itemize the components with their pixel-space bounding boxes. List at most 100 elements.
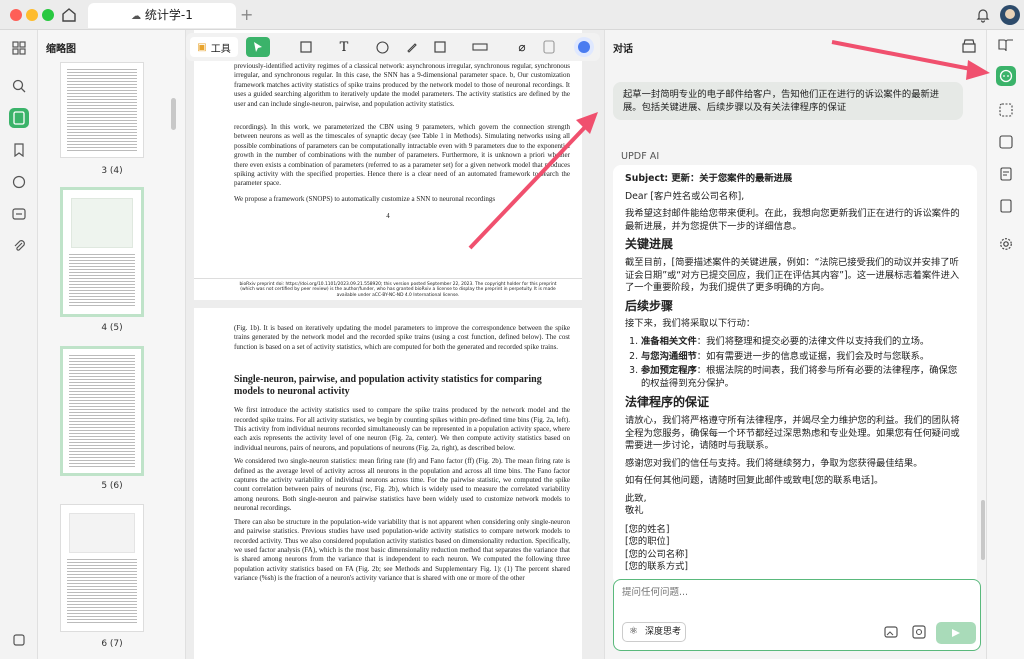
cloud-icon: ☁ <box>131 11 142 22</box>
email-greeting: Dear [客户姓名或公司名称], <box>625 190 745 202</box>
shape-icon[interactable] <box>430 37 450 57</box>
thumbnails-icon[interactable] <box>9 108 29 128</box>
pdf-paragraph: There can also be structure in the popul… <box>234 517 570 583</box>
image-upload-icon[interactable] <box>884 625 898 639</box>
send-icon <box>952 629 960 637</box>
bookmark-icon[interactable] <box>9 140 29 160</box>
signature-line: [您的公司名称] <box>625 548 689 560</box>
summary-icon[interactable] <box>996 164 1016 184</box>
pdf-footer-strip: bioRxiv preprint doi: https://doi.org/10… <box>194 278 582 300</box>
email-intro: 我希望这封邮件能给您带来便利。在此，我想向您更新我们正在进行的诉讼案件的最新进展… <box>625 208 960 232</box>
ai-assistant-icon[interactable] <box>574 37 594 57</box>
email-paragraph: 截至目前，[简要描述案件的关键进展，例如：“法院已接受我们的动议并安排了听证会日… <box>625 256 960 294</box>
email-closing: 此致, 敬礼 [您的姓名] [您的职位] [您的公司名称] [您的联系方式] <box>625 493 965 573</box>
ai-response: Subject: 更新：关于您案件的最新进展 Dear [客户姓名或公司名称],… <box>613 165 977 585</box>
attach-tool-icon[interactable]: ⌀ <box>512 37 532 57</box>
attachment-icon[interactable] <box>9 236 29 256</box>
select-cursor-icon[interactable] <box>246 37 270 57</box>
email-subject: Subject: 更新：关于您案件的最新进展 <box>625 173 793 184</box>
grid-view-icon[interactable] <box>9 38 29 58</box>
thumbnail-page-6[interactable] <box>60 504 144 632</box>
close-window-button[interactable] <box>10 9 22 21</box>
settings-icon[interactable] <box>996 234 1016 254</box>
list-item: 与您沟通细节：如有需要进一步的信息或证据，我们会及时与您联系。 <box>641 351 965 364</box>
email-paragraph: 接下来，我们将采取以下行动： <box>625 318 756 330</box>
form-icon[interactable] <box>9 204 29 224</box>
store-icon[interactable] <box>961 38 977 54</box>
ocr-icon[interactable] <box>996 132 1016 152</box>
chat-title: 对话 <box>613 44 633 55</box>
tools-button[interactable]: ▣ 工具 <box>190 37 238 57</box>
thumbnail-page-3[interactable] <box>60 62 144 158</box>
comment-icon[interactable] <box>9 172 29 192</box>
bell-icon[interactable] <box>976 7 990 23</box>
thumbnail-label: 5 (6) <box>101 481 123 491</box>
thumbnail-page-5[interactable] <box>60 346 144 476</box>
section-heading: Single-neuron, pairwise, and population … <box>234 374 542 398</box>
atom-icon: ⚛ <box>629 626 638 637</box>
pen-icon[interactable] <box>402 37 422 57</box>
right-tool-rail <box>986 30 1024 659</box>
section-heading: 关键进展 <box>625 237 674 252</box>
pdf-page-5: (Fig. 1b). It is based on iteratively up… <box>194 308 582 659</box>
tools-label: 工具 <box>210 43 231 55</box>
zoom-window-button[interactable] <box>42 9 54 21</box>
signature-line: [您的联系方式] <box>625 560 689 572</box>
toolbox-icon: ▣ <box>197 41 207 53</box>
thumbnails-panel: 缩略图 3 (4) 4 (5) 5 (6) 6 (7) <box>38 30 186 659</box>
text-tool-icon[interactable]: T <box>334 37 354 57</box>
deep-think-label: 深度思考 <box>645 627 682 637</box>
closing-line: 敬礼 <box>625 505 644 517</box>
chat-input[interactable] <box>622 587 952 598</box>
chat-scrollbar[interactable] <box>981 500 985 560</box>
pdf-paragraph: We propose a framework (SNOPS) to automa… <box>234 194 496 203</box>
user-message: 起草一封简明专业的电子邮件给客户，告知他们正在进行的诉讼案件的最新进展。包括关键… <box>613 82 963 120</box>
thumbnail-label: 3 (4) <box>101 166 123 176</box>
page-number: 4 <box>386 212 390 221</box>
chat-panel: 对话 起草一封简明专业的电子邮件给客户，告知他们正在进行的诉讼案件的最新进展。包… <box>604 30 986 659</box>
document-view: previously-identified activity regimes o… <box>186 30 604 659</box>
thumbnails-scrollbar[interactable] <box>171 98 176 130</box>
book-icon[interactable] <box>996 196 1016 216</box>
signature-line: [您的姓名] <box>625 523 670 535</box>
deep-think-button[interactable]: ⚛ 深度思考 <box>622 622 686 642</box>
ai-chat-icon[interactable] <box>996 66 1016 86</box>
title-bar: ☁ 统计学-1 + <box>0 0 1024 30</box>
tab-title: 统计学-1 <box>144 8 193 22</box>
send-button[interactable] <box>936 622 976 644</box>
thumbnail-label: 6 (7) <box>101 639 123 649</box>
document-tab[interactable]: ☁ 统计学-1 <box>88 3 236 28</box>
home-icon[interactable] <box>60 6 78 24</box>
new-tab-button[interactable]: + <box>240 5 253 24</box>
stamp-icon[interactable] <box>538 37 560 57</box>
thumbnails-title: 缩略图 <box>46 44 76 55</box>
preprint-footer: bioRxiv preprint doi: https://doi.org/10… <box>239 282 557 298</box>
avatar[interactable] <box>1000 5 1020 25</box>
list-item: 准备相关文件：我们将整理和提交必要的法律文件以支持我们的立场。 <box>641 336 965 349</box>
screenshot-icon[interactable] <box>912 625 926 639</box>
measure-icon[interactable] <box>468 37 492 57</box>
thumbnail-page-4[interactable] <box>60 187 144 317</box>
pdf-paragraph: We first introduce the activity statisti… <box>234 406 570 452</box>
closing-line: 此致, <box>625 492 647 504</box>
pdf-paragraph: recordings). In this work, we parameteri… <box>234 123 570 188</box>
section-heading: 法律程序的保证 <box>625 395 710 410</box>
email-paragraph: 如有任何其他问题，请随时回复此邮件或致电[您的联系电话]。 <box>625 475 884 487</box>
highlight-icon[interactable] <box>296 37 316 57</box>
edit-toolbar: ▣ 工具 T ⌀ <box>186 33 600 61</box>
pdf-page-4: previously-identified activity regimes o… <box>194 30 582 300</box>
minimize-window-button[interactable] <box>26 9 38 21</box>
layers-icon[interactable] <box>9 630 29 650</box>
search-icon[interactable] <box>9 76 29 96</box>
left-tool-rail <box>0 30 38 659</box>
ai-sender-label: UPDF AI <box>621 151 660 162</box>
translate-icon[interactable] <box>996 100 1016 120</box>
pdf-paragraph: (Fig. 1b). It is based on iteratively up… <box>234 324 570 351</box>
section-heading: 后续步骤 <box>625 298 674 313</box>
chat-input-box: ⚛ 深度思考 <box>613 579 981 651</box>
comment-tool-icon[interactable] <box>372 37 392 57</box>
reader-icon[interactable] <box>996 35 1016 55</box>
email-paragraph: 感谢您对我们的信任与支持。我们将继续努力，争取为您获得最佳结果。 <box>625 457 923 469</box>
email-paragraph: 请放心，我们将严格遵守所有法律程序，并竭尽全力维护您的利益。我们的团队将全程为您… <box>625 414 960 452</box>
thumbnail-label: 4 (5) <box>101 323 123 333</box>
